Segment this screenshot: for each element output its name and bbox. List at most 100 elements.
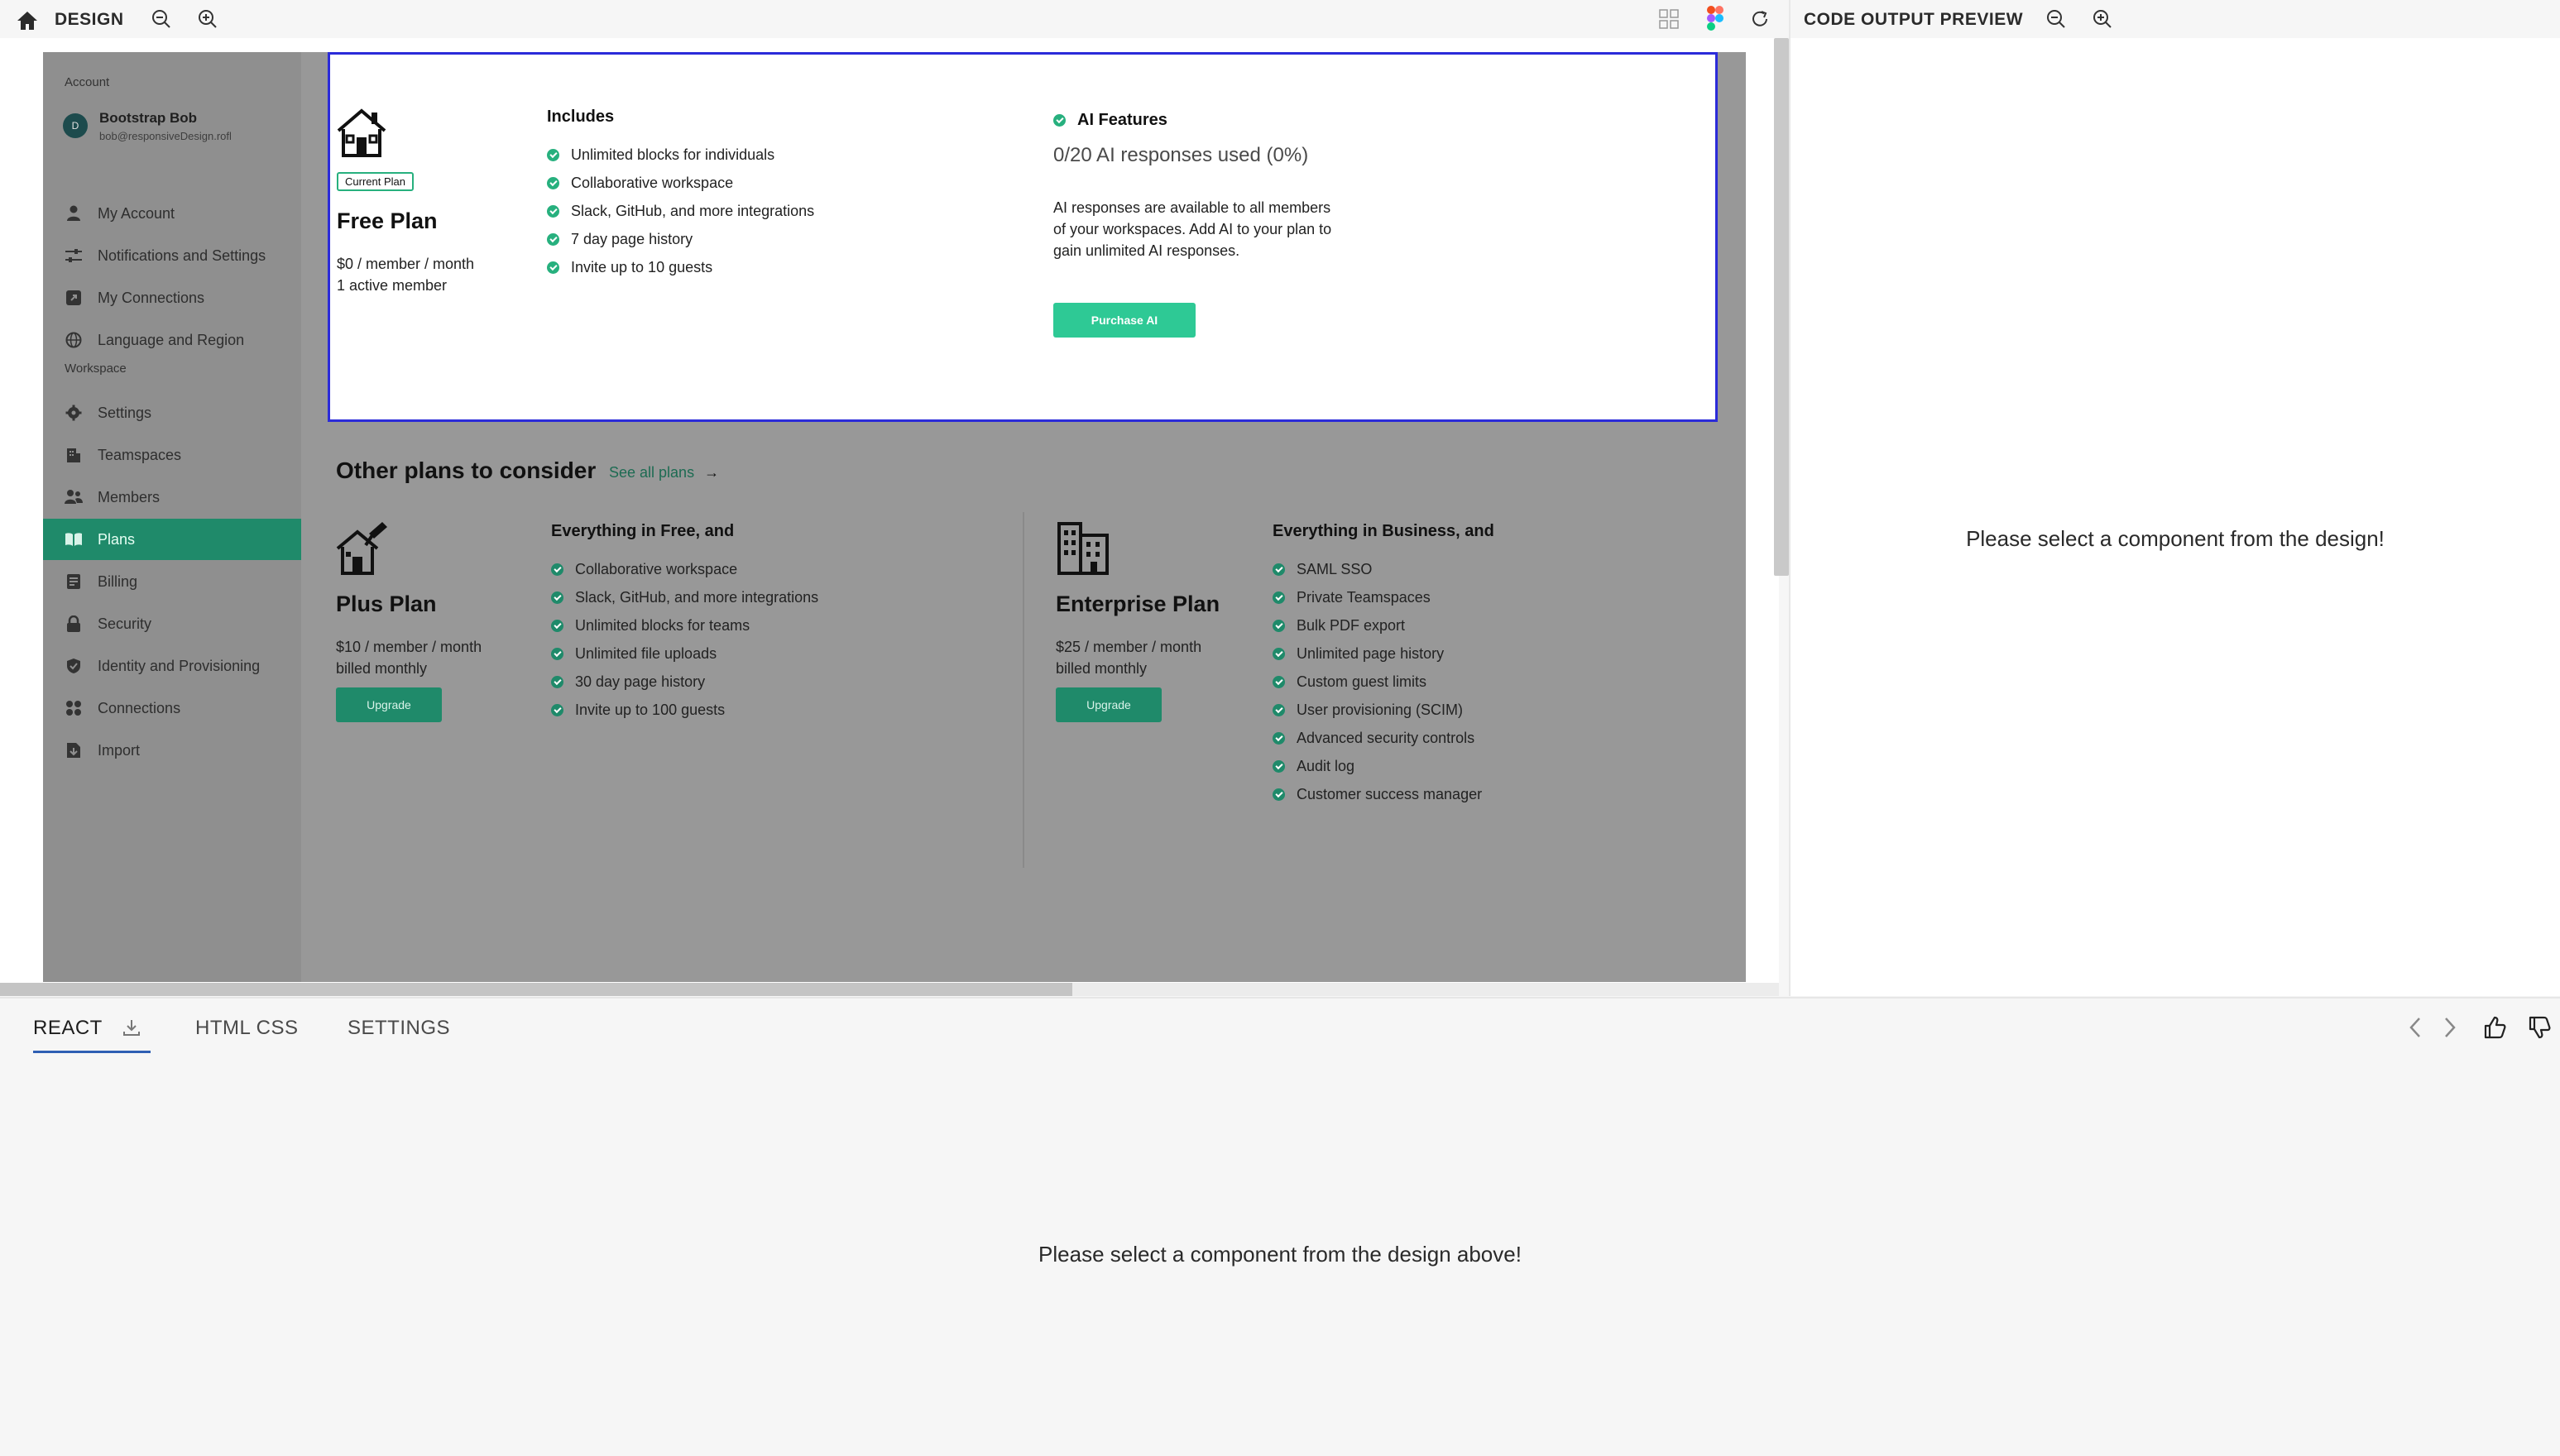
- sidebar-item-label: Billing: [98, 572, 138, 590]
- feature-item: Unlimited blocks for individuals: [547, 141, 814, 169]
- includes-title: Includes: [547, 108, 615, 126]
- sliders-icon: [65, 247, 83, 265]
- check-icon: [547, 204, 559, 218]
- feature-item: Unlimited blocks for teams: [551, 611, 818, 639]
- chevron-right-icon[interactable]: [2438, 1013, 2462, 1042]
- check-icon: [551, 675, 563, 688]
- code-output-preview-label: CODE OUTPUT PREVIEW: [1804, 10, 2024, 29]
- sidebar-item-plans[interactable]: Plans: [43, 519, 301, 560]
- download-icon[interactable]: [122, 1018, 141, 1041]
- feature-label: Unlimited page history: [1297, 644, 1445, 662]
- grid-icon: [65, 699, 83, 717]
- sidebar-item-settings[interactable]: Settings: [43, 392, 301, 433]
- tab-html-css[interactable]: HTML CSS: [195, 1017, 298, 1040]
- check-icon: [1273, 675, 1285, 688]
- code-output-preview-panel: Please select a component from the desig…: [1791, 38, 2560, 996]
- ai-features-label: AI Features: [1077, 110, 1167, 129]
- check-icon: [551, 619, 563, 632]
- sidebar-item-billing[interactable]: Billing: [43, 561, 301, 602]
- home-icon[interactable]: [13, 7, 41, 35]
- workspace-section-label: Workspace: [65, 362, 127, 376]
- check-icon: [1273, 647, 1285, 660]
- design-frame[interactable]: Account D Bootstrap Bob bob@responsiveDe…: [43, 52, 1746, 982]
- account-section-label: Account: [65, 75, 110, 89]
- sidebar-item-label: Security: [98, 615, 152, 632]
- canvas-horizontal-scrollbar[interactable]: [0, 983, 1072, 996]
- free-plan-features: Unlimited blocks for individuals Collabo…: [547, 141, 814, 281]
- enterprise-plan-title: Enterprise Plan: [1056, 592, 1220, 616]
- refresh-icon[interactable]: [1747, 7, 1772, 31]
- see-all-plans-link[interactable]: See all plans →: [609, 464, 719, 481]
- preview-zoom-out-icon[interactable]: [2044, 7, 2069, 31]
- feature-item: Unlimited file uploads: [551, 639, 818, 668]
- feature-item: Customer success manager: [1273, 780, 1482, 808]
- plus-plan-features: Collaborative workspace Slack, GitHub, a…: [551, 555, 818, 724]
- sidebar-item-identity-and-provisioning[interactable]: Identity and Provisioning: [43, 645, 301, 687]
- sidebar-item-my-account[interactable]: My Account: [43, 193, 301, 234]
- check-icon: [1273, 788, 1285, 801]
- check-icon: [1273, 591, 1285, 604]
- feature-item: Collaborative workspace: [547, 169, 814, 197]
- purchase-ai-button[interactable]: Purchase AI: [1053, 303, 1196, 338]
- ai-description-line: of your workspaces. Add AI to your plan …: [1053, 221, 1332, 237]
- feature-item: Custom guest limits: [1273, 668, 1482, 696]
- house-icon: [335, 106, 388, 159]
- sidebar-item-my-connections[interactable]: My Connections: [43, 277, 301, 318]
- sidebar-item-connections[interactable]: Connections: [43, 687, 301, 729]
- feature-item: Advanced security controls: [1273, 724, 1482, 752]
- thumbs-down-icon[interactable]: [2525, 1013, 2553, 1042]
- feature-label: Invite up to 100 guests: [575, 701, 726, 718]
- feature-label: Customer success manager: [1297, 785, 1483, 802]
- members-icon: [65, 488, 83, 506]
- feature-item: Audit log: [1273, 752, 1482, 780]
- tab-react-label: REACT: [33, 1017, 103, 1039]
- external-link-icon: [65, 289, 83, 307]
- plans-divider: [1023, 512, 1024, 868]
- zoom-in-icon[interactable]: [195, 7, 220, 31]
- check-icon: [551, 563, 563, 576]
- city-icon: [1056, 520, 1110, 575]
- enterprise-upgrade-button[interactable]: Upgrade: [1056, 687, 1162, 722]
- plus-features-title: Everything in Free, and: [551, 522, 735, 540]
- tab-settings[interactable]: SETTINGS: [348, 1017, 450, 1040]
- feature-item: User provisioning (SCIM): [1273, 696, 1482, 724]
- sidebar-item-label: Plans: [98, 530, 136, 548]
- user-profile[interactable]: D Bootstrap Bob bob@responsiveDesign.rof…: [63, 108, 295, 145]
- sidebar-item-language-and-region[interactable]: Language and Region: [43, 319, 301, 361]
- feature-label: Unlimited blocks for teams: [575, 616, 750, 634]
- code-panel: REACT HTML CSS SETTINGS Please select a …: [0, 997, 2560, 1456]
- feature-item: SAML SSO: [1273, 555, 1482, 583]
- sidebar-item-import[interactable]: Import: [43, 730, 301, 771]
- grid-view-icon[interactable]: [1656, 7, 1681, 31]
- current-plan-badge: Current Plan: [337, 172, 414, 191]
- sidebar-item-security[interactable]: Security: [43, 603, 301, 644]
- feature-item: 7 day page history: [547, 225, 814, 253]
- ai-description-line: AI responses are available to all member…: [1053, 199, 1331, 216]
- feature-item: 30 day page history: [551, 668, 818, 696]
- feature-item: Invite up to 100 guests: [551, 696, 818, 724]
- current-plan-card[interactable]: Current Plan Free Plan $0 / member / mon…: [328, 52, 1718, 422]
- chevron-left-icon[interactable]: [2403, 1013, 2428, 1042]
- sidebar-item-members[interactable]: Members: [43, 477, 301, 518]
- arrow-right-icon: →: [704, 464, 720, 481]
- enterprise-features-title: Everything in Business, and: [1273, 522, 1494, 540]
- book-icon: [65, 530, 83, 548]
- sidebar-item-teamspaces[interactable]: Teamspaces: [43, 434, 301, 476]
- figma-icon[interactable]: [1703, 5, 1728, 31]
- thumbs-up-icon[interactable]: [2481, 1013, 2509, 1042]
- feature-label: User provisioning (SCIM): [1297, 701, 1464, 718]
- canvas-vertical-scrollbar[interactable]: [1774, 38, 1789, 576]
- feature-label: Private Teamspaces: [1297, 588, 1431, 606]
- free-plan-title: Free Plan: [337, 208, 438, 233]
- design-canvas[interactable]: Account D Bootstrap Bob bob@responsiveDe…: [0, 38, 1779, 996]
- check-icon: [551, 591, 563, 604]
- feature-label: SAML SSO: [1297, 560, 1373, 577]
- zoom-out-icon[interactable]: [149, 7, 174, 31]
- sidebar-item-notifications-and-settings[interactable]: Notifications and Settings: [43, 235, 301, 276]
- tab-react[interactable]: REACT: [33, 1017, 151, 1053]
- preview-zoom-in-icon[interactable]: [2090, 7, 2115, 31]
- plus-upgrade-button[interactable]: Upgrade: [336, 687, 442, 722]
- sidebar-item-label: Identity and Provisioning: [98, 657, 261, 674]
- free-plan-members: 1 active member: [337, 277, 448, 294]
- check-icon: [1273, 703, 1285, 716]
